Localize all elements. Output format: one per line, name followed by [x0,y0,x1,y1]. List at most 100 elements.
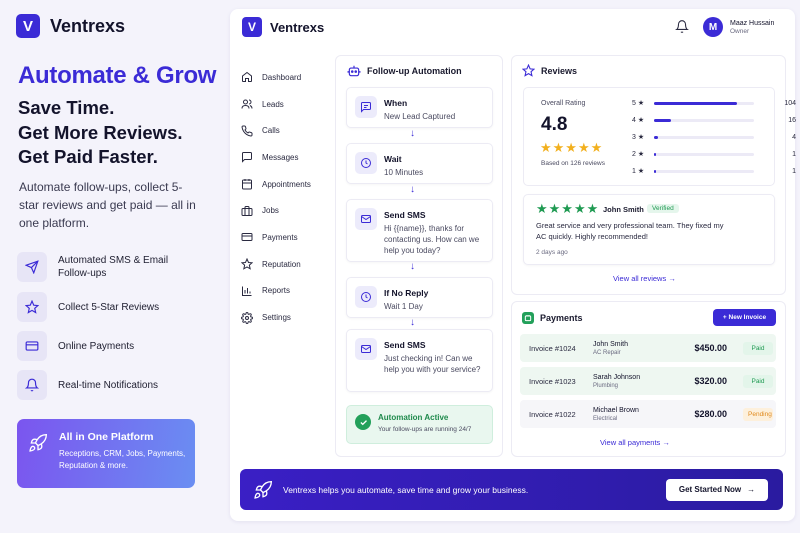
view-all-reviews-link[interactable]: View all reviews → [613,274,676,283]
view-all-payments-link[interactable]: View all payments → [600,438,670,447]
status-badge: Paid [743,374,773,388]
rocket-icon [253,480,273,500]
rating-bar-row: 2 ★ 1 [632,149,796,159]
sidebar-item-payments[interactable]: Payments [241,224,311,251]
flow-arrow: ↓ [410,317,415,328]
sidebar-item-label: Calls [262,126,280,136]
rating-bar-fill [654,135,658,139]
new-invoice-button[interactable]: + New Invoice [713,309,776,326]
cta-banner: Ventrexs helps you automate, save time a… [240,469,783,510]
link-text: View all payments [600,438,661,447]
brand-logo: V [16,14,40,38]
user-role: Owner [730,28,750,35]
payments-title-text: Payments [540,313,583,323]
rating-bar-fill [654,101,737,105]
sidebar-item-label: Messages [262,152,299,162]
hero-line: Get Paid Faster. [18,146,158,167]
hero-line: Save Time. [18,97,115,118]
sidebar-item-label: Reputation [262,259,301,269]
flow-arrow: ↓ [410,261,415,272]
star-outline-icon [522,64,535,77]
customer-service: Electrical [593,415,618,422]
get-started-button[interactable]: Get Started Now → [666,478,768,501]
invoice-row[interactable]: Invoice #1022 Michael Brown Electrical $280… [520,400,776,428]
status-desc: Your follow-ups are running 24/7 [378,426,472,433]
invoice-row[interactable]: Invoice #1024 John Smith AC Repair $450.00 P… [520,334,776,362]
sidebar-item-label: Reports [262,286,291,296]
feature-label: Real-time Notifications [58,379,159,391]
step-desc: New Lead Captured [384,112,456,121]
automation-step[interactable]: Send SMS Hi {{name}}, thanks for contacti… [346,199,493,262]
status-title: Automation Active [378,413,449,422]
flow-arrow: ↓ [410,184,415,195]
step-title: Send SMS [384,210,426,220]
status-badge: Pending [743,407,773,421]
brand-name: Ventrexs [50,15,126,36]
feature-label: Collect 5-Star Reviews [58,301,160,313]
rating-stars: ★★★★★ [540,140,604,155]
gear-icon [241,311,253,324]
review-stars: ★★★★★ [536,201,600,216]
rating-bar-count: 16 [788,116,796,124]
promo-description: Receptions, CRM, Jobs, Payments, Reputat… [59,449,186,470]
user-avatar[interactable]: M [703,17,723,37]
step-title: When [384,98,408,108]
hero-headline: Automate & Grow [18,62,217,89]
rating-count: Based on 126 reviews [541,160,605,167]
notifications-bell-icon[interactable] [675,19,689,34]
invoice-amount: $280.00 [694,409,727,419]
home-icon [242,72,252,83]
step-desc: Hi {{name}}, thanks for contacting us. H… [384,224,480,255]
hero-subheadline: Save Time. Get More Reviews. Get Paid Fa… [18,96,183,170]
mail-icon [355,208,377,230]
rating-bar-fill [654,118,671,122]
sidebar-item-jobs[interactable]: Jobs [241,197,311,224]
sidebar-item-appointments[interactable]: Appointments [241,171,311,198]
briefcase-icon [241,205,253,216]
invoice-customer: Sarah Johnson Plumbing [593,374,667,389]
clock-icon [355,286,377,308]
rocket-icon [28,433,48,453]
customer-name: Sarah Johnson [593,373,641,381]
app-logo: V [242,17,262,37]
robot-icon [347,65,361,77]
overall-rating-label: Overall Rating [541,100,586,107]
feature-item: Real-time Notifications [17,370,207,400]
sidebar-item-calls[interactable]: Calls [241,117,311,144]
sidebar-item-label: Jobs [262,206,279,216]
sidebar-item-settings[interactable]: Settings [241,304,311,331]
card-icon [17,331,47,361]
sidebar-item-dashboard[interactable]: Dashboard [241,64,311,91]
reviews-title: Reviews [522,64,577,77]
rating-bar-track [654,118,754,122]
automation-step[interactable]: When New Lead Captured [346,87,493,128]
promo-card: All in One Platform Receptions, CRM, Job… [17,419,195,488]
rating-bar-count: 1 [792,150,796,158]
sidebar-item-reputation[interactable]: Reputation [241,251,311,278]
sidebar-nav: Dashboard Leads Calls Messages Appointme… [241,64,311,331]
sidebar-item-reports[interactable]: Reports [241,278,311,305]
automation-step[interactable]: Wait 10 Minutes [346,143,493,184]
automation-step[interactable]: If No Reply Wait 1 Day [346,277,493,318]
status-badge: Paid [743,341,773,355]
arrow-right-icon: → [747,485,756,494]
phone-icon [241,125,253,137]
automation-step[interactable]: Send SMS Just checking in! Can we help yo… [346,329,493,392]
rating-bar-label: 2 ★ [632,151,645,158]
mail-icon [355,338,377,360]
payments-title: Payments [522,312,583,324]
review-author: John Smith [603,205,644,214]
sidebar-item-messages[interactable]: Messages [241,144,311,171]
followup-title-text: Follow-up Automation [367,66,462,76]
verified-badge: Verified [647,204,679,213]
feature-label: Automated SMS & Email Follow-ups [58,255,169,279]
rating-bar-track [654,152,754,156]
customer-name: John Smith [593,340,629,348]
arrow-right-icon: → [662,438,670,447]
rating-bar-count: 4 [792,133,796,141]
calendar-icon [242,179,252,190]
invoice-row[interactable]: Invoice #1023 Sarah Johnson Plumbing $320.0… [520,367,776,395]
wallet-icon [241,233,253,242]
arrow-right-icon: → [668,274,676,283]
sidebar-item-leads[interactable]: Leads [241,91,311,118]
